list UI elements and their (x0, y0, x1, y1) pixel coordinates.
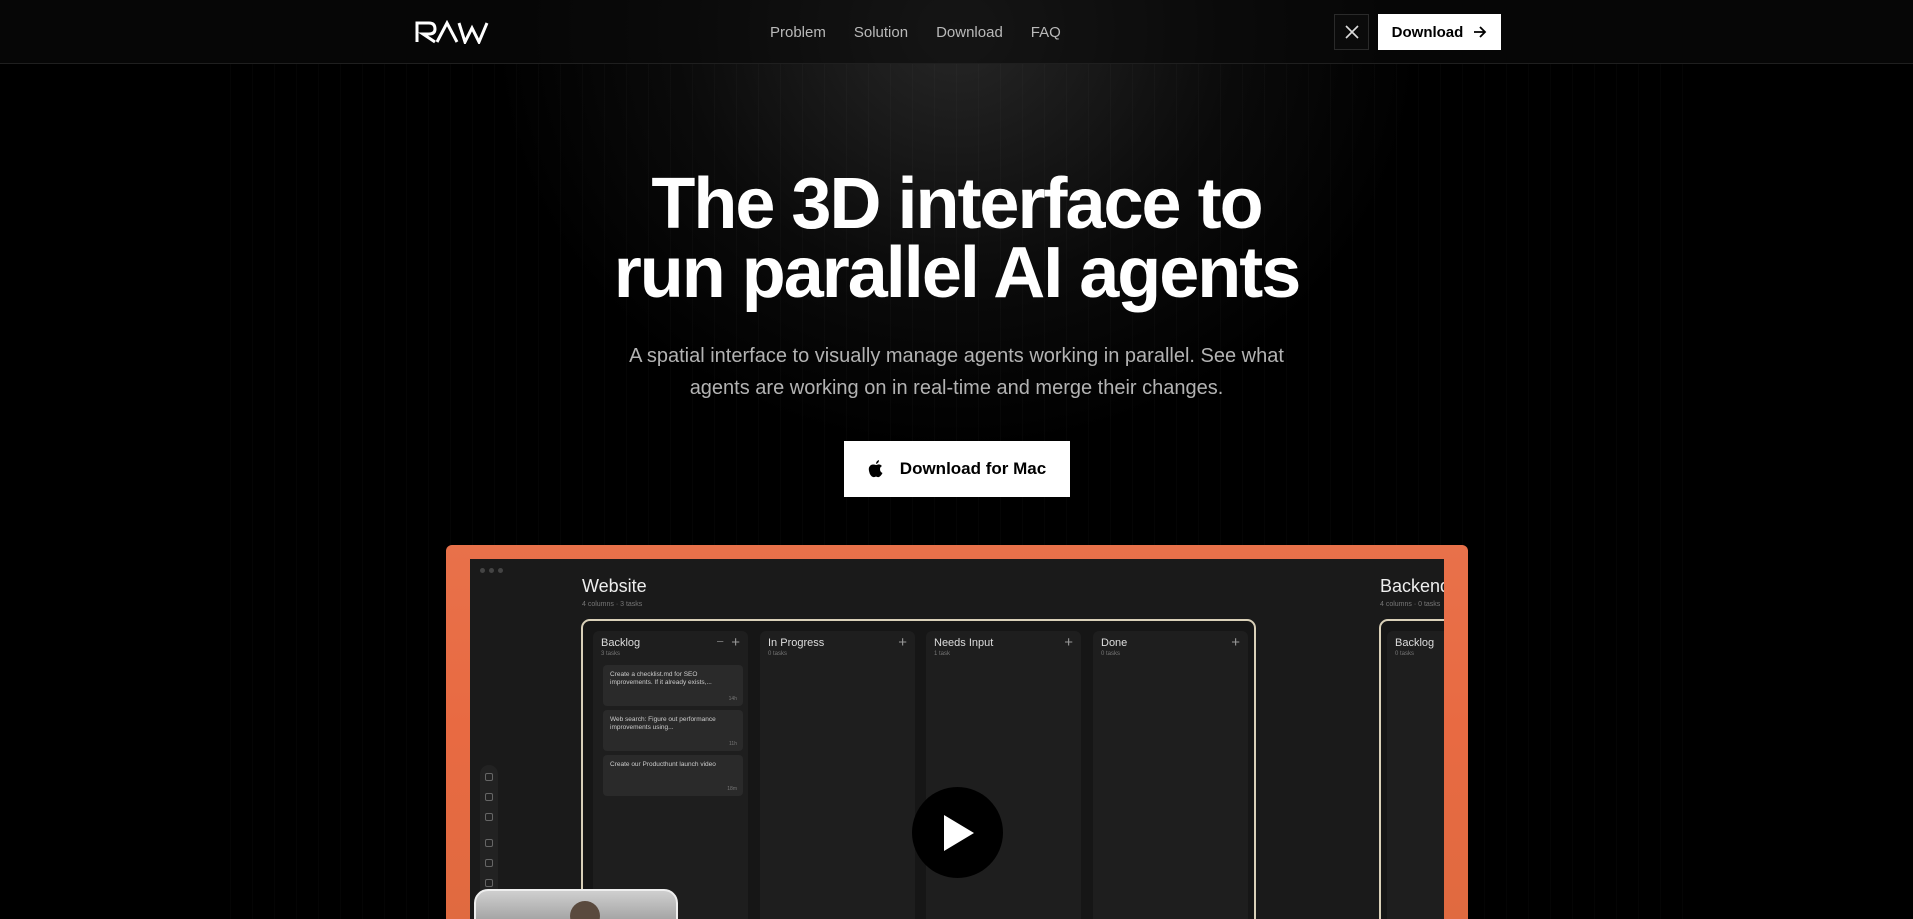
play-icon (943, 814, 974, 851)
raw-logo-icon[interactable] (415, 20, 489, 44)
download-for-mac-button[interactable]: Download for Mac (844, 441, 1070, 497)
task-time: 11h (729, 741, 737, 747)
task-time: 18m (727, 786, 737, 792)
arrow-right-icon (1474, 26, 1487, 38)
user-icon[interactable] (485, 813, 493, 821)
apple-icon (868, 460, 883, 478)
x-logo-icon (1344, 25, 1359, 39)
task-text: Create a checklist.md for SEO improvemen… (610, 671, 712, 686)
workspace-title: Website (582, 576, 647, 596)
hand-icon[interactable] (485, 793, 493, 801)
globe-icon[interactable] (485, 859, 493, 867)
nav-problem[interactable]: Problem (770, 24, 826, 41)
column-name: In Progress (768, 637, 825, 649)
hero-subtitle: A spatial interface to visually manage a… (629, 345, 1284, 399)
column-name: Done (1101, 637, 1128, 649)
task-text: Web search: Figure out performance impro… (610, 716, 716, 731)
window-dot (489, 568, 494, 573)
column-count: 1 task (934, 651, 951, 657)
workspace-subtitle: 4 columns · 3 tasks (582, 601, 643, 608)
column-count: 3 tasks (601, 651, 621, 657)
add-task-icon[interactable]: + (898, 634, 907, 651)
workspace2-title: Backend (1380, 576, 1444, 596)
nav-download[interactable]: Download (936, 24, 1003, 41)
download-for-mac-label: Download for Mac (899, 459, 1047, 478)
kanban-board: Backlog 3 tasks − + Create a checklist.m… (581, 619, 1256, 919)
x-social-button[interactable] (1334, 14, 1369, 50)
nav-solution[interactable]: Solution (854, 24, 908, 41)
kanban-board-2: Backlog 0 tasks (1379, 619, 1444, 919)
avatar (570, 901, 600, 919)
main-nav: Problem Solution Download FAQ (770, 0, 1089, 64)
home-icon[interactable] (485, 773, 493, 781)
header-download-label: Download (1391, 23, 1464, 41)
column-done: Done 0 tasks + (1093, 631, 1248, 919)
task-card[interactable]: Create our Producthunt launch video 18m (603, 755, 743, 796)
collapse-icon[interactable]: − (716, 634, 724, 649)
map-icon[interactable] (485, 839, 493, 847)
settings-icon[interactable] (485, 879, 493, 887)
window-dot (498, 568, 503, 573)
header-download-button[interactable]: Download (1378, 14, 1501, 50)
column-count: 0 tasks (1395, 651, 1415, 657)
column-backlog-2: Backlog 0 tasks (1387, 631, 1444, 919)
column-name: Backlog (601, 637, 641, 649)
window-dot (480, 568, 485, 573)
column-backlog: Backlog 3 tasks − + Create a checklist.m… (593, 631, 748, 919)
add-task-icon[interactable]: + (1064, 634, 1073, 651)
task-text: Create our Producthunt launch video (610, 761, 716, 768)
nav-faq[interactable]: FAQ (1031, 24, 1061, 41)
column-name: Backlog (1395, 637, 1435, 649)
column-in-progress: In Progress 0 tasks + (760, 631, 915, 919)
task-card[interactable]: Create a checklist.md for SEO improvemen… (603, 665, 743, 706)
column-count: 0 tasks (1101, 651, 1121, 657)
hero-title-line2: run parallel AI agents (613, 233, 1302, 313)
presenter-video-thumbnail[interactable] (474, 889, 678, 919)
hero-title-line1: The 3D interface to (651, 164, 1263, 244)
column-name: Needs Input (934, 637, 994, 649)
window-controls (480, 568, 503, 573)
add-task-icon[interactable]: + (731, 634, 740, 651)
task-time: 14h (728, 696, 737, 702)
column-count: 0 tasks (768, 651, 788, 657)
task-card[interactable]: Web search: Figure out performance impro… (603, 710, 743, 751)
workspace2-subtitle: 4 columns · 0 tasks (1380, 601, 1441, 608)
hero-title: The 3D interface to run parallel AI agen… (456, 168, 1457, 309)
site-header: Problem Solution Download FAQ Download (0, 0, 1913, 64)
add-task-icon[interactable]: + (1231, 634, 1240, 651)
play-video-button[interactable] (912, 787, 1003, 878)
